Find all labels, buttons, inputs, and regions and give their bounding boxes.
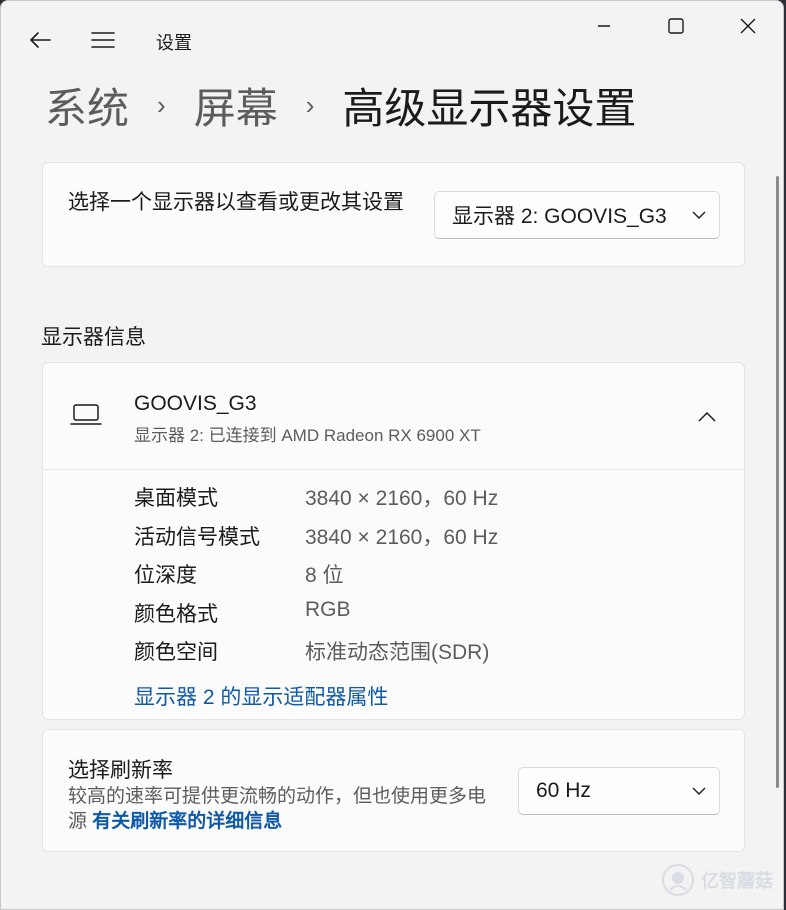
display-info-card: GOOVIS_G3 显示器 2: 已连接到 AMD Radeon RX 6900… [42, 362, 745, 720]
info-value: 8 位 [305, 564, 344, 587]
refresh-rate-description: 较高的速率可提供更流畅的动作，但也使用更多电源 有关刷新率的详细信息 [68, 784, 498, 834]
watermark-text: 亿智蘑菇 [701, 871, 773, 891]
breadcrumb: 系统 › 屏幕 › 高级显示器设置 [45, 75, 636, 135]
minimize-icon [598, 25, 610, 27]
monitor-select-label: 选择一个显示器以查看或更改其设置 [68, 191, 404, 214]
display-connection: 显示器 2: 已连接到 AMD Radeon RX 6900 XT [134, 426, 481, 445]
watermark-logo-icon [662, 864, 694, 896]
info-key: 颜色格式 [134, 602, 218, 626]
settings-window: 设置 系统 › 屏幕 › 高级显示器设置 选择一个显示器以查看或更改其设置 显示… [0, 0, 784, 910]
minimize-button[interactable] [586, 11, 622, 41]
info-key: 位深度 [134, 564, 197, 587]
refresh-rate-info-link[interactable]: 有关刷新率的详细信息 [92, 811, 282, 832]
nav-menu-button[interactable] [88, 25, 118, 55]
info-key: 桌面模式 [134, 487, 218, 510]
chevron-down-icon [679, 211, 719, 220]
breadcrumb-item-system[interactable]: 系统 [45, 75, 129, 136]
breadcrumb-item-display[interactable]: 屏幕 [194, 75, 278, 136]
collapse-button[interactable] [692, 401, 722, 431]
chevron-down-icon [679, 787, 719, 796]
refresh-rate-value: 60 Hz [536, 779, 591, 802]
info-value: RGB [305, 597, 351, 621]
monitor-select-card: 选择一个显示器以查看或更改其设置 显示器 2: GOOVIS_G3 [42, 162, 745, 267]
info-key: 颜色空间 [134, 641, 218, 664]
display-name: GOOVIS_G3 [134, 392, 257, 415]
display-info-heading: 显示器信息 [41, 326, 146, 349]
breadcrumb-separator: › [157, 89, 166, 120]
info-value: 3840 × 2160，60 Hz [305, 525, 499, 549]
maximize-button[interactable] [658, 11, 694, 41]
refresh-rate-title: 选择刷新率 [68, 759, 173, 782]
display-info-header[interactable]: GOOVIS_G3 显示器 2: 已连接到 AMD Radeon RX 6900… [43, 363, 744, 470]
hamburger-icon [91, 32, 115, 48]
monitor-dropdown-value: 显示器 2: GOOVIS_G3 [452, 205, 667, 228]
breadcrumb-separator: › [305, 89, 315, 120]
refresh-rate-dropdown[interactable]: 60 Hz [518, 767, 720, 815]
adapter-properties-link[interactable]: 显示器 2 的显示适配器属性 [134, 681, 388, 711]
monitor-dropdown[interactable]: 显示器 2: GOOVIS_G3 [434, 191, 720, 239]
laptop-icon [69, 401, 103, 434]
page-title: 高级显示器设置 [342, 84, 637, 132]
refresh-rate-card: 选择刷新率 较高的速率可提供更流畅的动作，但也使用更多电源 有关刷新率的详细信息… [42, 729, 745, 852]
close-icon [740, 18, 756, 34]
watermark: 亿智蘑菇 [661, 863, 773, 897]
window-title: 设置 [156, 33, 192, 53]
arrow-left-icon [30, 32, 51, 48]
info-key: 活动信号模式 [134, 525, 260, 549]
scrollbar[interactable] [776, 176, 779, 788]
title-bar: 设置 [1, 1, 783, 79]
maximize-icon [668, 18, 684, 34]
close-button[interactable] [730, 11, 766, 41]
info-value: 标准动态范围(SDR) [305, 641, 490, 664]
back-button[interactable] [25, 25, 55, 55]
chevron-up-icon [698, 411, 716, 422]
info-value: 3840 × 2160，60 Hz [305, 487, 499, 510]
